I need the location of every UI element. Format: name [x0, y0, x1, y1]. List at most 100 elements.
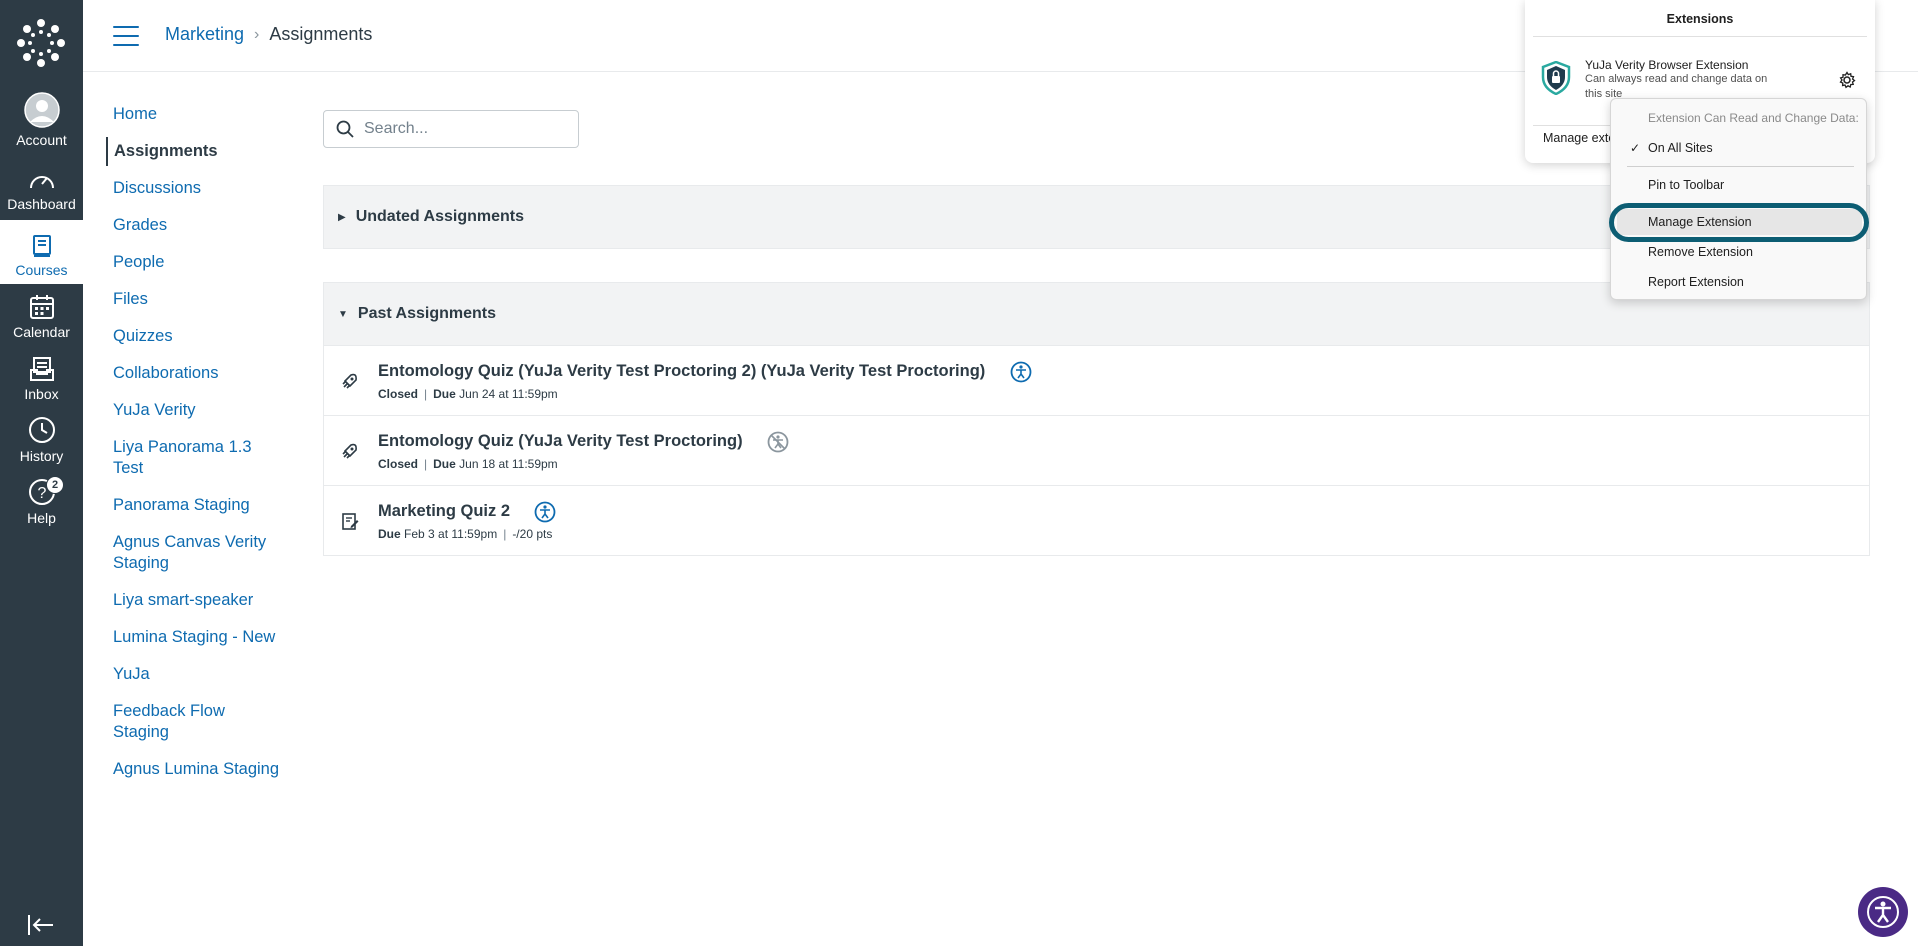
breadcrumb: Marketing › Assignments: [165, 24, 372, 45]
nav-history-label: History: [19, 448, 64, 464]
highlight-ring: [1609, 203, 1869, 242]
dashboard-icon: [29, 176, 54, 189]
assignment-due-label: Due: [433, 386, 456, 401]
divider: [1533, 36, 1867, 37]
assignment-due: Jun 24 at 11:59pm: [459, 386, 558, 401]
account-icon: [23, 92, 60, 128]
search-icon: [336, 120, 354, 138]
course-nav-yuja[interactable]: YuJa: [106, 660, 286, 689]
menu-item-on-all-sites[interactable]: ✓ On All Sites: [1617, 135, 1862, 161]
course-nav-files[interactable]: Files: [106, 285, 286, 314]
course-nav-grades[interactable]: Grades: [106, 211, 286, 240]
inbox-icon: [29, 357, 54, 381]
accessibility-button[interactable]: [1858, 887, 1908, 937]
breadcrumb-separator-icon: ›: [254, 25, 260, 43]
breadcrumb-course[interactable]: Marketing: [165, 24, 244, 45]
assignment-title[interactable]: Entomology Quiz (YuJa Verity Test Procto…: [378, 362, 985, 380]
menu-separator: [1627, 166, 1854, 167]
accessibility-person-icon: [1867, 896, 1899, 928]
global-nav: Account Dashboard Courses Calendar Inbox…: [0, 0, 83, 946]
checkmark-icon: ✓: [1630, 141, 1641, 155]
course-nav-quizzes[interactable]: Quizzes: [106, 322, 286, 351]
extensions-panel-title: Extensions: [1666, 12, 1734, 26]
menu-item-pin-label: Pin to Toolbar: [1648, 178, 1725, 192]
calendar-icon: [29, 295, 54, 319]
assignment-status: Closed: [378, 456, 419, 471]
svg-text:?: ?: [37, 485, 46, 502]
assignment-due: Jun 18 at 11:59pm: [459, 456, 558, 471]
menu-item-remove-extension[interactable]: Remove Extension: [1617, 239, 1862, 265]
caret-down-icon: ▼: [338, 308, 348, 320]
quiz-icon: [342, 512, 359, 530]
yuja-shield-lock-icon: [1541, 61, 1571, 95]
nav-dashboard-label: Dashboard: [7, 196, 76, 212]
course-nav-liya-panorama[interactable]: Liya Panorama 1.3 Test: [106, 433, 286, 483]
search-input[interactable]: [364, 120, 564, 138]
accessibility-disabled-icon: [767, 431, 789, 452]
course-nav-yuja-verity[interactable]: YuJa Verity: [106, 396, 286, 425]
canvas-logo-icon[interactable]: [16, 18, 66, 68]
menu-item-pin-to-toolbar[interactable]: Pin to Toolbar: [1617, 172, 1862, 198]
caret-right-icon: ▶: [338, 211, 346, 223]
courses-icon: [32, 235, 51, 257]
nav-calendar[interactable]: Calendar: [0, 284, 83, 346]
undated-assignments-title: Undated Assignments: [355, 208, 525, 225]
course-nav-panorama-staging[interactable]: Panorama Staging: [106, 491, 286, 520]
assignment-meta: Closed | Due Jun 18 at 11:59pm: [378, 456, 558, 471]
assignment-meta: Due Feb 3 at 11:59pm | -/20 pts: [378, 526, 553, 541]
nav-courses[interactable]: Courses: [0, 220, 83, 284]
accessibility-icon: [1010, 361, 1032, 382]
help-badge: 2: [46, 476, 64, 494]
assignment-row[interactable]: Entomology Quiz (YuJa Verity Test Procto…: [324, 345, 1869, 415]
gear-icon[interactable]: [1838, 71, 1856, 89]
nav-help[interactable]: ? Help 2: [0, 470, 83, 532]
assignment-status: Closed: [378, 386, 419, 401]
course-nav-liya-smart-speaker[interactable]: Liya smart-speaker: [106, 586, 286, 615]
course-nav-assignments[interactable]: Assignments: [106, 137, 286, 166]
accessibility-icon: [535, 501, 556, 522]
course-nav-agnus-lumina[interactable]: Agnus Lumina Staging: [106, 755, 286, 784]
course-nav-discussions[interactable]: Discussions: [106, 174, 286, 203]
menu-item-report-label: Report Extension: [1648, 275, 1744, 289]
assignment-points: -/20 pts: [512, 526, 553, 541]
extension-context-menu: Extension Can Read and Change Data: ✓ On…: [1610, 98, 1867, 300]
breadcrumb-current: Assignments: [269, 24, 373, 44]
nav-courses-label: Courses: [15, 262, 68, 278]
search-field[interactable]: [323, 110, 579, 148]
course-nav-feedback-flow[interactable]: Feedback Flow Staging: [106, 697, 286, 747]
menu-item-remove-label: Remove Extension: [1648, 245, 1753, 259]
nav-account[interactable]: Account: [0, 88, 83, 154]
menu-item-report-extension[interactable]: Report Extension: [1617, 269, 1862, 295]
assignment-row[interactable]: Marketing Quiz 2 Due Feb 3 at 11:59pm | -/…: [324, 485, 1869, 555]
course-nav-lumina-staging-new[interactable]: Lumina Staging - New: [106, 623, 286, 652]
history-icon: [28, 417, 55, 443]
nav-calendar-label: Calendar: [13, 324, 70, 340]
assignment-due-label: Due: [378, 526, 401, 541]
assignment-title[interactable]: Entomology Quiz (YuJa Verity Test Procto…: [378, 432, 743, 450]
assignment-title[interactable]: Marketing Quiz 2: [378, 502, 510, 520]
course-nav: Home Assignments Discussions Grades Peop…: [106, 100, 286, 792]
menu-item-on-all-sites-label: On All Sites: [1648, 141, 1713, 155]
past-assignments-group: ▼ Past Assignments Entomology Quiz (YuJa…: [323, 282, 1870, 556]
course-nav-people[interactable]: People: [106, 248, 286, 277]
nav-account-label: Account: [16, 132, 67, 148]
collapse-nav-icon[interactable]: [26, 912, 56, 938]
nav-history[interactable]: History: [0, 408, 83, 470]
course-nav-collaborations[interactable]: Collaborations: [106, 359, 286, 388]
nav-inbox[interactable]: Inbox: [0, 346, 83, 408]
assignment-due: Feb 3 at 11:59pm: [404, 526, 498, 541]
course-nav-home[interactable]: Home: [106, 100, 286, 129]
course-nav-agnus-canvas-verity[interactable]: Agnus Canvas Verity Staging: [106, 528, 286, 578]
assignment-row[interactable]: Entomology Quiz (YuJa Verity Test Procto…: [324, 415, 1869, 485]
nav-dashboard[interactable]: Dashboard: [0, 156, 83, 218]
context-menu-header: Extension Can Read and Change Data:: [1648, 111, 1859, 125]
extension-name: YuJa Verity Browser Extension: [1585, 58, 1749, 72]
quiz-rocket-icon: [342, 443, 357, 459]
quiz-rocket-icon: [342, 373, 357, 389]
nav-help-label: Help: [27, 510, 56, 526]
assignment-due-label: Due: [433, 456, 456, 471]
assignment-meta: Closed | Due Jun 24 at 11:59pm: [378, 386, 558, 401]
manage-extensions-link[interactable]: Manage extensions: [1543, 131, 1613, 145]
hamburger-menu-icon[interactable]: [113, 26, 139, 48]
past-assignments-title: Past Assignments: [357, 305, 497, 322]
